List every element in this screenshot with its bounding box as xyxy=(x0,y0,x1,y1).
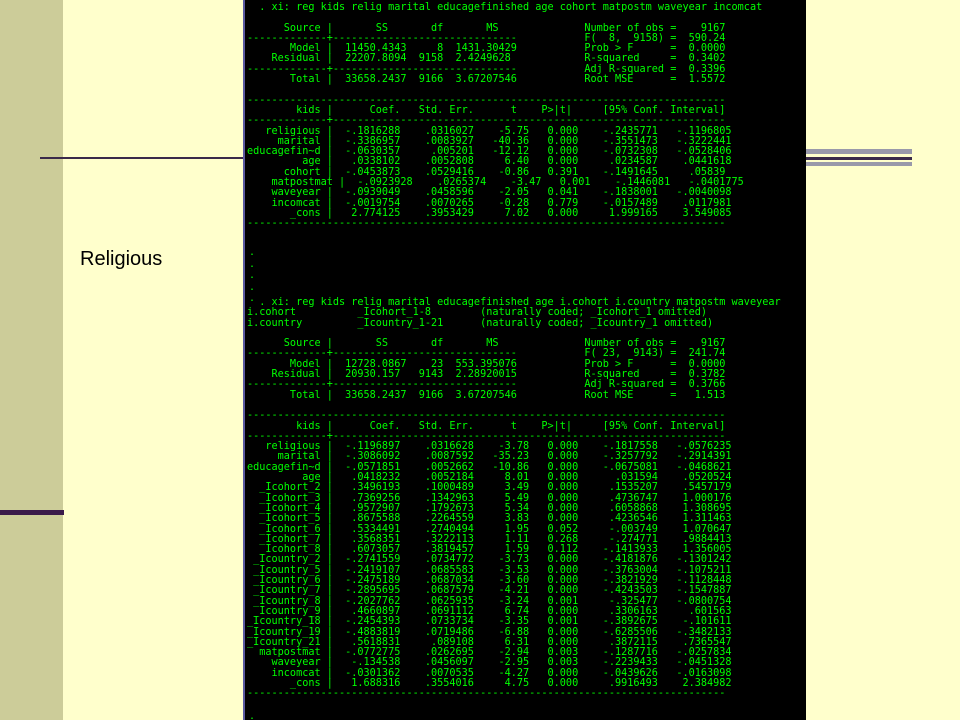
horizontal-rule-left xyxy=(40,157,246,159)
stata-results-console[interactable]: . xi: reg kids relig marital educagefini… xyxy=(243,0,806,720)
right-accent-bar-bottom xyxy=(806,162,912,166)
sidebar-accent-bar xyxy=(0,510,64,515)
prompt-final: . xyxy=(249,711,256,720)
regression-output-2: . xi: reg kids relig marital educagefini… xyxy=(247,297,781,700)
right-accent-bar-top xyxy=(806,149,912,154)
religious-label: Religious xyxy=(80,248,163,270)
right-accent-bar-middle xyxy=(806,157,912,160)
regression-output-1: . xi: reg kids relig marital educagefini… xyxy=(247,2,763,230)
console-left-border xyxy=(243,0,245,720)
slide-sidebar xyxy=(0,0,63,720)
prompt-dots: . . . . . xyxy=(249,247,256,304)
